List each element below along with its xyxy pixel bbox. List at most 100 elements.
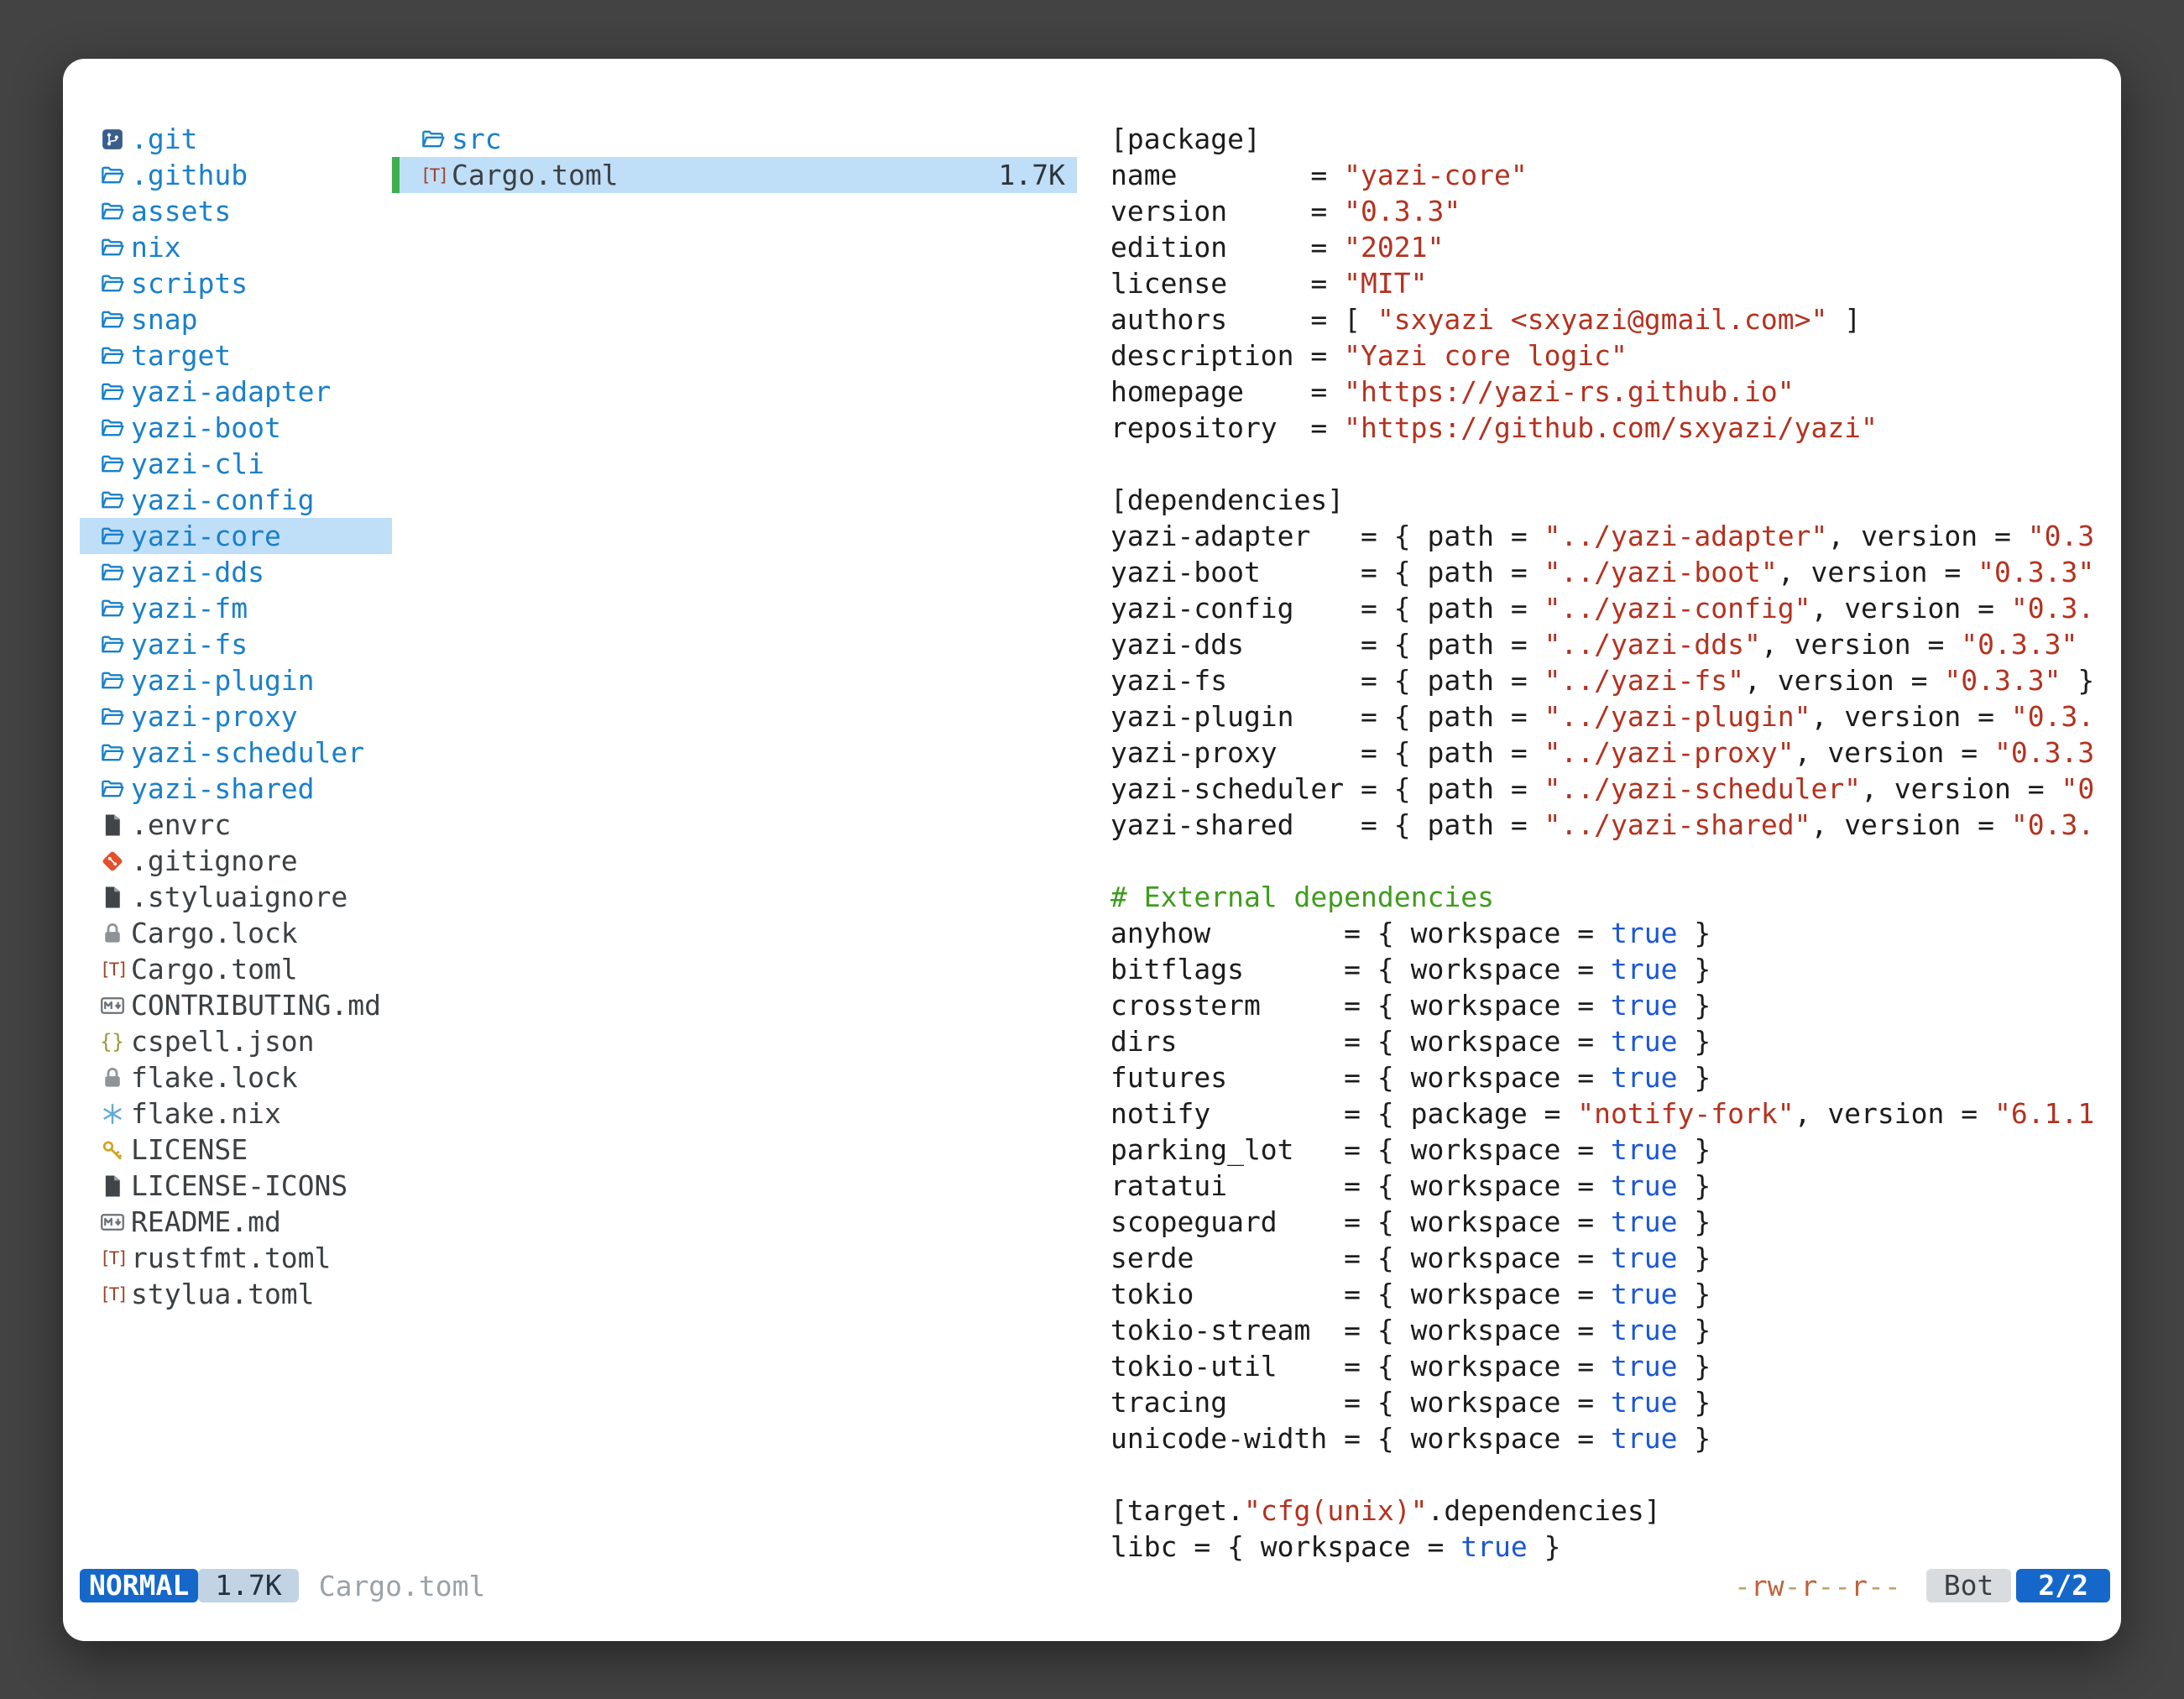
license-key-icon	[100, 1137, 131, 1163]
preview-line: libc = { workspace = true }	[1110, 1529, 2121, 1565]
file-row-license[interactable]: LICENSE	[80, 1132, 392, 1168]
file-name: flake.lock	[131, 1061, 298, 1094]
file-name: LICENSE-ICONS	[131, 1169, 347, 1202]
file-row-cargo.toml[interactable]: [T]Cargo.toml1.7K	[392, 157, 1077, 193]
file-row-yazi-config[interactable]: yazi-config	[80, 482, 392, 518]
file-name: yazi-dds	[131, 556, 264, 588]
file-row-flake.nix[interactable]: flake.nix	[80, 1095, 392, 1132]
file-row-yazi-plugin[interactable]: yazi-plugin	[80, 662, 392, 698]
file-name: flake.nix	[131, 1097, 281, 1130]
current-pane: src[T]Cargo.toml1.7K	[392, 121, 1077, 193]
markdown-icon	[100, 1210, 131, 1235]
preview-line: [target."cfg(unix)".dependencies]	[1110, 1493, 2121, 1529]
open-folder-icon	[100, 704, 131, 729]
file-name: Cargo.lock	[131, 917, 298, 949]
preview-line: yazi-fs = { path = "../yazi-fs", version…	[1110, 662, 2121, 698]
file-icon	[100, 885, 131, 910]
file-row-.styluaignore[interactable]: .styluaignore	[80, 879, 392, 915]
open-folder-icon	[100, 740, 131, 766]
file-name: assets	[131, 195, 231, 227]
file-row-.gitignore[interactable]: .gitignore	[80, 843, 392, 879]
preview-line: yazi-adapter = { path = "../yazi-adapter…	[1110, 518, 2121, 554]
file-row-cargo.lock[interactable]: Cargo.lock	[80, 915, 392, 951]
file-row-cargo.toml[interactable]: [T]Cargo.toml	[80, 951, 392, 987]
preview-line: parking_lot = { workspace = true }	[1110, 1132, 2121, 1168]
file-row-src[interactable]: src	[392, 121, 1077, 157]
scroll-position-badge: Bot	[1926, 1569, 2012, 1602]
file-row-rustfmt.toml[interactable]: [T]rustfmt.toml	[80, 1240, 392, 1276]
file-row-nix[interactable]: nix	[80, 229, 392, 265]
file-row-flake.lock[interactable]: flake.lock	[80, 1059, 392, 1095]
toml-icon: [T]	[100, 959, 131, 980]
file-name: nix	[131, 231, 181, 264]
yazi-file-manager-window: .git.githubassetsnixscriptssnaptargetyaz…	[63, 59, 2121, 1641]
status-bar-left: NORMAL 1.7K Cargo.toml	[80, 1569, 485, 1602]
file-row-.github[interactable]: .github	[80, 157, 392, 193]
file-row-scripts[interactable]: scripts	[80, 265, 392, 301]
file-row-yazi-boot[interactable]: yazi-boot	[80, 410, 392, 446]
preview-line: license = "MIT"	[1110, 265, 2121, 301]
preview-line: yazi-proxy = { path = "../yazi-proxy", v…	[1110, 734, 2121, 771]
nix-snowflake-icon	[100, 1101, 131, 1127]
file-row-snap[interactable]: snap	[80, 301, 392, 337]
file-row-contributing.md[interactable]: CONTRIBUTING.md	[80, 987, 392, 1023]
lock-icon	[100, 921, 131, 946]
open-folder-icon	[421, 127, 452, 152]
preview-line: serde = { workspace = true }	[1110, 1240, 2121, 1276]
file-name: scripts	[131, 267, 248, 300]
open-folder-icon	[100, 560, 131, 585]
toml-icon: [T]	[421, 165, 452, 186]
preview-line: dirs = { workspace = true }	[1110, 1023, 2121, 1059]
preview-line: yazi-plugin = { path = "../yazi-plugin",…	[1110, 698, 2121, 734]
file-row-license-icons[interactable]: LICENSE-ICONS	[80, 1168, 392, 1204]
file-size-badge: 1.7K	[198, 1569, 298, 1602]
file-name: yazi-plugin	[131, 664, 315, 697]
file-row-yazi-adapter[interactable]: yazi-adapter	[80, 374, 392, 410]
parent-pane: .git.githubassetsnixscriptssnaptargetyaz…	[80, 121, 392, 1312]
preview-line: notify = { package = "notify-fork", vers…	[1110, 1095, 2121, 1132]
open-folder-icon	[100, 199, 131, 224]
file-row-yazi-cli[interactable]: yazi-cli	[80, 446, 392, 482]
preview-line: homepage = "https://yazi-rs.github.io"	[1110, 374, 2121, 410]
file-name: yazi-core	[131, 520, 281, 552]
file-row-target[interactable]: target	[80, 337, 392, 374]
file-row-.git[interactable]: .git	[80, 121, 392, 157]
file-name: target	[131, 339, 231, 372]
file-name: snap	[131, 303, 197, 336]
file-row-yazi-scheduler[interactable]: yazi-scheduler	[80, 734, 392, 771]
file-icon	[100, 813, 131, 838]
file-row-yazi-fs[interactable]: yazi-fs	[80, 626, 392, 662]
file-row-yazi-proxy[interactable]: yazi-proxy	[80, 698, 392, 734]
file-name: src	[452, 123, 502, 155]
open-folder-icon	[100, 416, 131, 441]
file-name: .styluaignore	[131, 881, 347, 913]
open-folder-icon	[100, 307, 131, 332]
file-row-cspell.json[interactable]: {}cspell.json	[80, 1023, 392, 1059]
open-folder-icon	[100, 776, 131, 802]
file-row-readme.md[interactable]: README.md	[80, 1204, 392, 1240]
preview-line: [package]	[1110, 121, 2121, 157]
json-icon: {}	[100, 1030, 131, 1053]
preview-pane[interactable]: [package]name = "yazi-core"version = "0.…	[1110, 121, 2121, 1565]
file-row-.envrc[interactable]: .envrc	[80, 807, 392, 843]
file-row-assets[interactable]: assets	[80, 193, 392, 229]
open-folder-icon	[100, 235, 131, 260]
file-name: yazi-config	[131, 484, 315, 516]
file-row-stylua.toml[interactable]: [T]stylua.toml	[80, 1276, 392, 1312]
file-name: .github	[131, 159, 248, 191]
file-size: 1.7K	[999, 159, 1065, 191]
preview-line	[1110, 843, 2121, 879]
file-row-yazi-dds[interactable]: yazi-dds	[80, 554, 392, 590]
file-row-yazi-fm[interactable]: yazi-fm	[80, 590, 392, 626]
open-folder-icon	[100, 632, 131, 657]
file-permissions: -rw-r--r--	[1734, 1570, 1901, 1602]
status-bar: NORMAL 1.7K Cargo.toml -rw-r--r-- Bot 2/…	[80, 1569, 2110, 1602]
lock-icon	[100, 1065, 131, 1090]
preview-line: crossterm = { workspace = true }	[1110, 987, 2121, 1023]
file-name: yazi-fm	[131, 592, 248, 625]
preview-line	[1110, 1456, 2121, 1493]
file-name: cspell.json	[131, 1025, 315, 1058]
file-row-yazi-shared[interactable]: yazi-shared	[80, 771, 392, 807]
file-name: Cargo.toml	[131, 953, 298, 985]
file-row-yazi-core[interactable]: yazi-core	[80, 518, 392, 554]
